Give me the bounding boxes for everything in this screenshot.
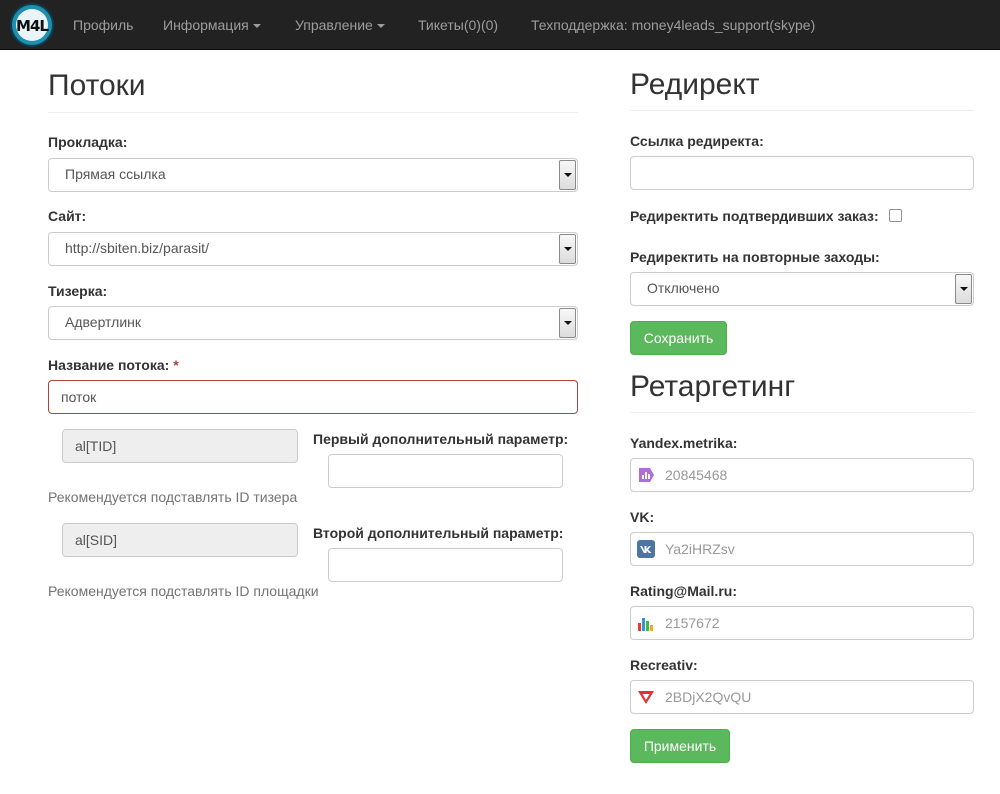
nav-item-profile[interactable]: Профиль	[73, 0, 133, 50]
nav-item-information[interactable]: Информация	[163, 0, 261, 50]
site-select[interactable]: http://sbiten.biz/parasit/	[48, 232, 578, 266]
mail-rating-icon	[638, 618, 653, 631]
chevron-down-icon	[559, 160, 576, 190]
tid-macro-field: al[TID]	[62, 429, 298, 463]
recreativ-icon	[638, 691, 654, 704]
yandex-metrika-input[interactable]: 20845468	[630, 458, 974, 492]
redirect-confirmed-label: Редиректить подтвердивших заказ:	[630, 208, 879, 224]
logo-text: M4L	[16, 17, 49, 35]
sid-macro-field: al[SID]	[62, 523, 298, 557]
redirect-confirmed-checkbox[interactable]	[889, 209, 902, 222]
logo[interactable]: M4L	[10, 3, 54, 47]
redirect-title: Редирект	[630, 68, 760, 101]
param1-input[interactable]	[328, 454, 563, 488]
param1-label: Первый дополнительный параметр:	[313, 431, 569, 447]
apply-button[interactable]: Применить	[630, 729, 730, 763]
redirect-repeat-label: Редиректить на повторные заходы:	[630, 249, 880, 265]
caret-down-icon	[376, 24, 385, 29]
recreativ-label: Recreativ:	[630, 657, 698, 673]
redirect-repeat-select[interactable]: Отключено	[630, 272, 974, 306]
teaser-label: Тизерка:	[48, 283, 108, 299]
divider	[630, 412, 974, 413]
redirect-repeat-value: Отключено	[647, 280, 720, 296]
landing-label: Прокладка:	[48, 134, 128, 150]
site-select-value: http://sbiten.biz/parasit/	[65, 240, 209, 256]
recreativ-input[interactable]: 2BDjX2QvQU	[630, 680, 974, 714]
required-mark: *	[173, 357, 179, 373]
save-button[interactable]: Сохранить	[630, 321, 727, 355]
mail-rating-input[interactable]: 2157672	[630, 606, 974, 640]
vk-icon	[637, 540, 655, 558]
stream-name-input[interactable]: поток	[48, 380, 578, 414]
chevron-down-icon	[559, 308, 576, 338]
top-navbar: M4L Профиль Информация Управление Тикеты…	[0, 0, 1000, 50]
stream-name-label: Название потока: *	[48, 357, 179, 373]
yandex-metrika-icon	[639, 468, 654, 482]
param2-help: Рекомендуется подставлять ID площадки	[48, 583, 319, 599]
chevron-down-icon	[559, 234, 576, 264]
param2-input[interactable]	[328, 548, 563, 582]
nav-item-tickets[interactable]: Тикеты(0)(0)	[418, 0, 498, 50]
retargeting-title: Ретаргетинг	[630, 370, 796, 403]
caret-down-icon	[252, 24, 261, 29]
redirect-link-input[interactable]	[630, 156, 974, 190]
divider	[48, 112, 578, 113]
divider	[630, 110, 974, 111]
redirect-link-label: Ссылка редиректа:	[630, 133, 764, 149]
vk-input[interactable]: Ya2iHRZsv	[630, 532, 974, 566]
nav-item-support[interactable]: Техподдержка: money4leads_support(skype)	[531, 0, 815, 50]
landing-select[interactable]: Прямая ссылка	[48, 158, 578, 192]
yandex-metrika-label: Yandex.metrika:	[630, 435, 738, 451]
streams-title: Потоки	[48, 69, 146, 102]
teaser-select[interactable]: Адвертлинк	[48, 306, 578, 340]
nav-item-management[interactable]: Управление	[295, 0, 385, 50]
chevron-down-icon	[955, 274, 972, 304]
site-label: Сайт:	[48, 208, 87, 224]
vk-label: VK:	[630, 509, 655, 525]
param2-label: Второй дополнительный параметр:	[313, 525, 564, 541]
landing-select-value: Прямая ссылка	[65, 166, 166, 182]
param1-help: Рекомендуется подставлять ID тизера	[48, 489, 298, 505]
mail-rating-label: Rating@Mail.ru:	[630, 583, 737, 599]
teaser-select-value: Адвертлинк	[65, 314, 142, 330]
